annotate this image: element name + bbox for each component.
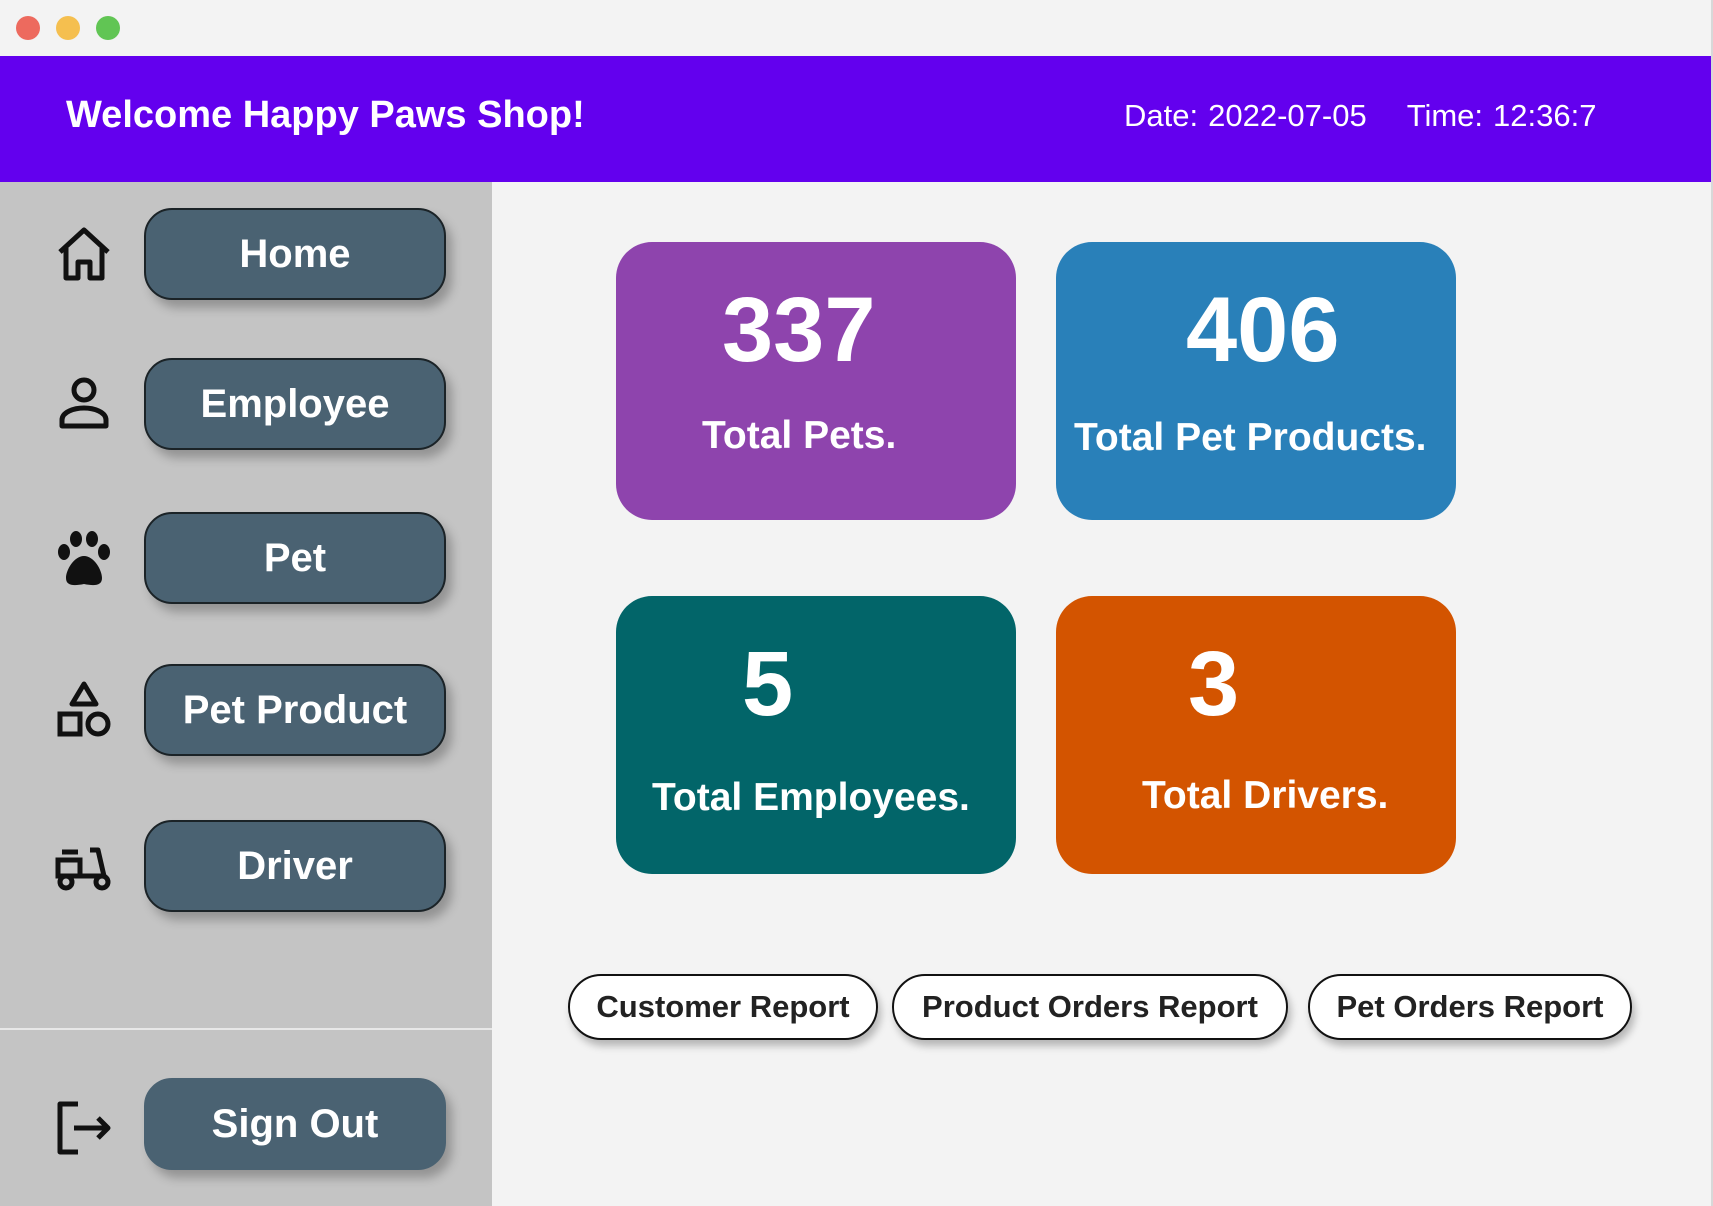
stat-card-total-pets: 337 Total Pets.: [616, 242, 1016, 520]
stat-value: 5: [742, 633, 794, 735]
report-button-label: Product Orders Report: [922, 989, 1258, 1024]
stat-label: Total Pet Products.: [1074, 416, 1427, 459]
stat-value: 3: [1188, 633, 1240, 735]
date-value: 2022-07-05: [1208, 98, 1367, 133]
sidebar-item-pet[interactable]: Pet: [144, 512, 446, 604]
report-button-label: Pet Orders Report: [1336, 989, 1604, 1024]
product-orders-report-button[interactable]: Product Orders Report: [892, 974, 1288, 1040]
sign-out-button[interactable]: Sign Out: [144, 1078, 446, 1170]
sidebar-item-home[interactable]: Home: [144, 208, 446, 300]
stat-card-total-pet-products: 406 Total Pet Products.: [1056, 242, 1456, 520]
sidebar: Home Employee Pet Pet Product Driver Sig…: [0, 182, 492, 1206]
sidebar-item-label: Home: [239, 231, 351, 276]
app-header: Welcome Happy Paws Shop! Date: 2022-07-05…: [0, 56, 1713, 182]
home-icon: [58, 227, 110, 281]
stat-value: 406: [1186, 279, 1340, 381]
stat-label: Total Employees.: [652, 776, 970, 819]
datetime-display: Date: 2022-07-05 Time: 12:36:7: [1124, 98, 1596, 134]
app-window: Welcome Happy Paws Shop! Date: 2022-07-05…: [0, 0, 1713, 1206]
sidebar-divider: [0, 1028, 492, 1030]
logout-icon: [57, 1101, 111, 1155]
stat-value: 337: [722, 279, 876, 381]
time-label: Time:: [1406, 98, 1484, 133]
pet-orders-report-button[interactable]: Pet Orders Report: [1308, 974, 1632, 1040]
title-bar: [0, 0, 1713, 56]
shapes-icon: [57, 681, 111, 737]
stat-card-total-employees: 5 Total Employees.: [616, 596, 1016, 874]
sign-out-label: Sign Out: [211, 1101, 379, 1146]
paw-icon: [58, 531, 110, 586]
stat-card-total-drivers: 3 Total Drivers.: [1056, 596, 1456, 874]
minimize-window-button[interactable]: [56, 16, 80, 40]
time-value: 12:36:7: [1493, 98, 1597, 133]
report-button-label: Customer Report: [596, 989, 850, 1024]
scooter-icon: [55, 847, 111, 891]
stat-label: Total Drivers.: [1142, 774, 1389, 817]
sidebar-item-label: Employee: [200, 381, 390, 426]
sidebar-item-pet-product[interactable]: Pet Product: [144, 664, 446, 756]
close-window-button[interactable]: [16, 16, 40, 40]
welcome-title: Welcome Happy Paws Shop!: [66, 94, 585, 136]
person-icon: [59, 377, 109, 429]
sidebar-item-driver[interactable]: Driver: [144, 820, 446, 912]
maximize-window-button[interactable]: [96, 16, 120, 40]
customer-report-button[interactable]: Customer Report: [568, 974, 878, 1040]
sidebar-item-label: Pet Product: [182, 687, 408, 732]
sidebar-item-employee[interactable]: Employee: [144, 358, 446, 450]
date-label: Date:: [1124, 98, 1199, 133]
sidebar-item-label: Driver: [237, 843, 353, 888]
sidebar-item-label: Pet: [263, 535, 327, 580]
stat-label: Total Pets.: [702, 414, 897, 457]
dashboard-main: 337 Total Pets. 406 Total Pet Products. …: [492, 182, 1713, 1206]
